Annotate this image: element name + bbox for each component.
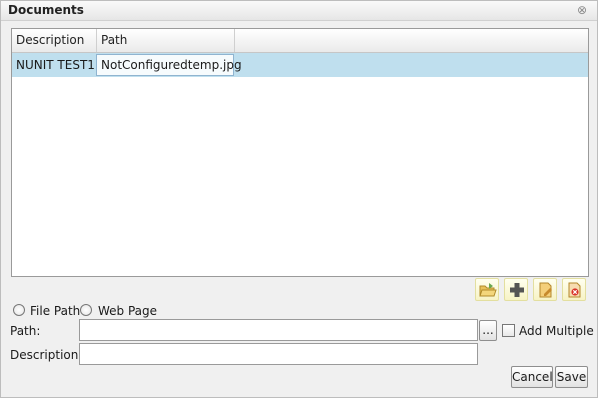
add-button[interactable]: [504, 278, 528, 301]
path-input[interactable]: [79, 319, 478, 341]
edit-document-icon: [539, 282, 552, 298]
file-path-radio[interactable]: [13, 304, 25, 316]
cancel-button[interactable]: Cancel: [511, 366, 553, 388]
description-input[interactable]: [79, 343, 478, 365]
column-header-path[interactable]: Path: [97, 29, 235, 52]
dialog-title: Documents: [8, 3, 84, 17]
title-bar: Documents ⊗: [1, 1, 597, 21]
table-row[interactable]: NUNIT TEST1 NotConfiguredtemp.jpg: [12, 53, 588, 77]
open-folder-icon: [479, 283, 497, 297]
edit-document-button[interactable]: [533, 278, 557, 301]
file-path-label: File Path: [30, 304, 81, 318]
path-label: Path:: [10, 324, 41, 338]
column-header-description[interactable]: Description: [12, 29, 97, 52]
description-label: Description:: [10, 348, 83, 362]
delete-document-icon: [568, 282, 581, 298]
path-cell[interactable]: NotConfiguredtemp.jpg: [96, 54, 242, 76]
description-cell[interactable]: NUNIT TEST1: [12, 53, 97, 77]
add-multiple-checkbox[interactable]: [502, 324, 515, 337]
add-multiple-label: Add Multiple: [519, 324, 594, 338]
grid-header: Description Path: [12, 29, 588, 53]
web-page-label: Web Page: [98, 304, 158, 318]
documents-dialog: Documents ⊗ Description Path NUNIT TEST1…: [0, 0, 598, 398]
browse-button[interactable]: ...: [479, 320, 497, 341]
web-page-radio[interactable]: [80, 304, 92, 316]
save-button[interactable]: Save: [555, 366, 588, 388]
close-icon[interactable]: ⊗: [576, 4, 588, 16]
documents-grid: Description Path NUNIT TEST1 NotConfigur…: [11, 28, 589, 277]
delete-document-button[interactable]: [562, 278, 586, 301]
open-folder-button[interactable]: [475, 278, 499, 301]
add-icon: [510, 283, 524, 297]
